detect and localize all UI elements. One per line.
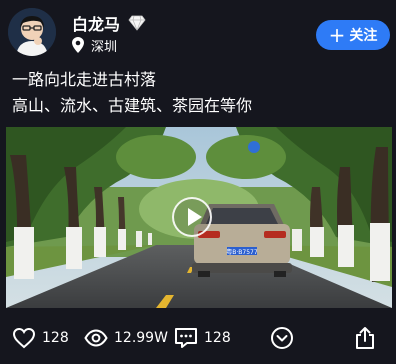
diamond-icon — [128, 15, 146, 31]
location-pin-icon — [72, 37, 84, 53]
license-plate-text: 粤B·B7577 — [226, 248, 258, 256]
post-text-line-2: 高山、流水、古建筑、茶园在等你 — [12, 96, 253, 115]
comment-button[interactable]: 128 — [174, 320, 231, 356]
follow-button[interactable]: + 关注 — [316, 20, 390, 50]
plus-icon: + — [328, 23, 346, 47]
comment-icon — [175, 328, 197, 348]
more-button[interactable] — [270, 320, 294, 356]
post-header: 白龙马 深圳 + 关注 — [0, 0, 396, 62]
avatar[interactable] — [8, 8, 56, 56]
share-button[interactable] — [354, 320, 376, 356]
eye-icon — [84, 329, 108, 347]
avatar-image — [8, 8, 56, 56]
like-count: 128 — [42, 330, 69, 346]
follow-label: 关注 — [349, 28, 378, 44]
name-row: 白龙马 — [72, 12, 146, 34]
views-stat: 12.99W — [84, 320, 168, 356]
action-bar: 128 12.99W 128 — [0, 320, 396, 356]
user-name[interactable]: 白龙马 — [72, 11, 120, 35]
like-button[interactable]: 128 — [12, 320, 69, 356]
chevron-down-icon — [271, 327, 293, 349]
share-icon — [356, 327, 374, 349]
heart-icon — [12, 327, 36, 349]
video-player[interactable]: 粤B·B7577 — [6, 127, 392, 308]
location-text: 深圳 — [91, 39, 118, 55]
location-row: 深圳 — [72, 36, 118, 55]
view-count: 12.99W — [114, 330, 168, 346]
comment-count: 128 — [204, 330, 231, 346]
play-icon[interactable] — [172, 197, 212, 237]
post-text-line-1: 一路向北走进古村落 — [12, 70, 157, 89]
